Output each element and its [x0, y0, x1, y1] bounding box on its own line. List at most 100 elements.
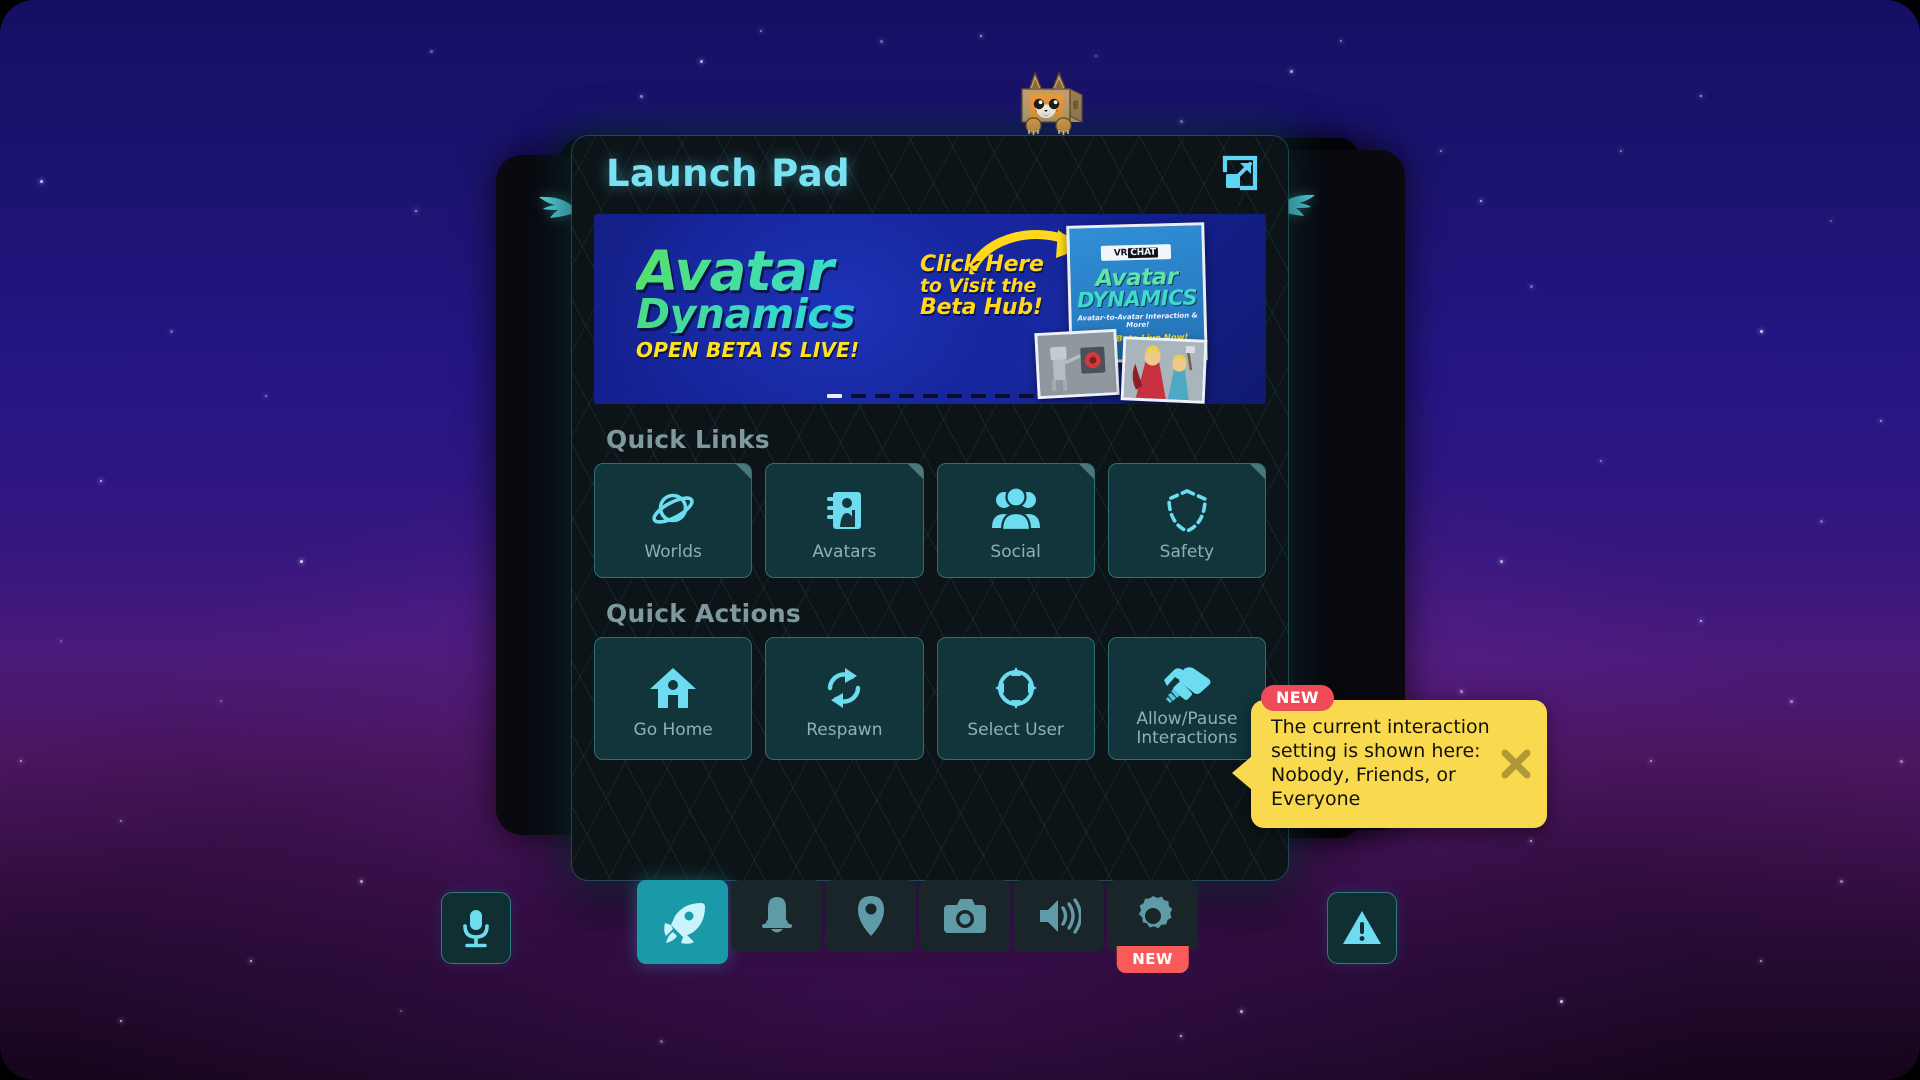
carousel-dot[interactable] — [850, 394, 866, 398]
quick-action-label: Respawn — [806, 719, 883, 740]
carousel-dot[interactable] — [874, 394, 890, 398]
star — [415, 210, 417, 212]
tab-strip: NEW — [637, 880, 1198, 973]
star — [1340, 40, 1342, 42]
star — [120, 820, 122, 822]
star — [1180, 120, 1183, 123]
quick-link-worlds[interactable]: Worlds — [594, 463, 753, 578]
page-title: Launch Pad — [606, 151, 850, 195]
planet-icon — [649, 480, 697, 534]
promo-banner[interactable]: Avatar Dynamics OPEN BETA IS LIVE! Click… — [594, 214, 1266, 404]
home-icon — [648, 658, 698, 712]
tab-audio[interactable] — [1013, 880, 1104, 952]
camera-icon — [943, 899, 986, 933]
location-pin-icon — [857, 896, 884, 936]
star — [265, 395, 267, 397]
star — [980, 35, 982, 37]
quick-action-respawn[interactable]: Respawn — [765, 637, 924, 760]
carousel-dot[interactable] — [946, 394, 962, 398]
bell-icon — [761, 897, 792, 933]
quick-link-social[interactable]: Social — [936, 463, 1095, 578]
handshake-icon — [1160, 650, 1214, 704]
banner-title-block: Avatar Dynamics OPEN BETA IS LIVE! — [636, 243, 859, 359]
star — [1530, 285, 1533, 288]
carousel-dot[interactable] — [994, 394, 1010, 398]
star — [1440, 150, 1442, 152]
tooltip-arrow — [1232, 756, 1252, 790]
avatar-book-icon — [820, 480, 868, 534]
star — [120, 1020, 122, 1022]
star — [1530, 840, 1532, 842]
interaction-setting-tooltip: NEW The current interaction setting is s… — [1232, 685, 1547, 828]
close-icon[interactable] — [1499, 747, 1533, 781]
star — [640, 95, 644, 99]
window-header: Launch Pad — [572, 136, 1288, 210]
tab-location[interactable] — [825, 880, 916, 952]
banner-title-avatar: Avatar — [636, 243, 859, 298]
expand-icon — [1222, 155, 1258, 191]
microphone-button[interactable] — [441, 892, 511, 964]
tab-settings[interactable]: NEW — [1107, 880, 1198, 973]
star — [20, 760, 22, 762]
star — [760, 30, 762, 32]
banner-carousel-dots — [594, 394, 1266, 398]
refresh-icon — [819, 658, 869, 712]
quick-actions-heading: Quick Actions — [606, 599, 801, 628]
quick-link-label: Worlds — [644, 541, 702, 562]
banner-cta-line2: to Visit the — [920, 274, 1037, 297]
star — [170, 330, 174, 334]
quick-action-label: Select User — [967, 719, 1064, 740]
carousel-dot[interactable] — [922, 394, 938, 398]
star — [1460, 690, 1463, 693]
tab-launch-pad[interactable] — [637, 880, 728, 964]
quick-links-heading: Quick Links — [606, 425, 770, 454]
quick-link-avatars[interactable]: Avatars — [765, 463, 924, 578]
card-corner-marker — [907, 464, 923, 479]
star — [100, 480, 102, 482]
card-corner-marker — [1250, 464, 1265, 479]
banner-photo-robot — [1034, 328, 1120, 400]
warning-triangle-icon — [1343, 911, 1381, 944]
carousel-dot[interactable] — [1018, 394, 1034, 398]
tab-notifications[interactable] — [731, 880, 822, 952]
star — [1180, 1035, 1182, 1037]
expand-button[interactable] — [1214, 147, 1266, 199]
quick-action-allow-pause-interactions[interactable]: Allow/Pause Interactions — [1107, 637, 1266, 760]
microphone-icon — [463, 910, 489, 948]
star — [400, 1010, 402, 1012]
tab-camera[interactable] — [919, 880, 1010, 952]
star — [1480, 200, 1482, 202]
people-icon — [991, 480, 1041, 534]
card-corner-marker — [1078, 464, 1094, 479]
banner-cta-text: Click Here to Visit the Beta Hub! — [920, 252, 1060, 320]
gear-icon — [1138, 896, 1172, 929]
quick-link-safety[interactable]: Safety — [1107, 463, 1266, 578]
quick-action-go-home[interactable]: Go Home — [594, 637, 753, 760]
star — [1700, 620, 1702, 622]
star — [880, 40, 883, 43]
carousel-dot[interactable] — [898, 394, 914, 398]
carousel-dot[interactable] — [970, 394, 986, 398]
vrchat-logo-vr: VR — [1113, 247, 1128, 259]
shield-dashed-icon — [1164, 480, 1210, 534]
star — [430, 50, 434, 54]
vrchat-logo-chat: CHAT — [1128, 246, 1159, 258]
settings-new-badge: NEW — [1116, 946, 1189, 973]
star — [1700, 95, 1702, 97]
star — [1760, 330, 1764, 334]
card-corner-marker — [736, 464, 752, 479]
quick-link-label: Safety — [1159, 541, 1215, 562]
star — [300, 560, 303, 563]
quick-link-label: Social — [990, 541, 1041, 562]
carousel-dot[interactable] — [826, 394, 842, 398]
vrchat-logo: VR CHAT — [1100, 244, 1172, 261]
banner-cta-line1: Click Here — [920, 252, 1044, 277]
quick-action-select-user[interactable]: Select User — [936, 637, 1095, 760]
star — [60, 640, 62, 642]
quick-links-row: Worlds Avatars Social Safety — [572, 463, 1288, 578]
warning-button[interactable] — [1327, 892, 1397, 964]
poster-title-dynamics: DYNAMICS — [1076, 285, 1198, 313]
box-cat-mascot — [1021, 71, 1083, 135]
banner-cta-line3: Beta Hub! — [920, 294, 1043, 320]
quick-action-label: Go Home — [633, 719, 713, 740]
